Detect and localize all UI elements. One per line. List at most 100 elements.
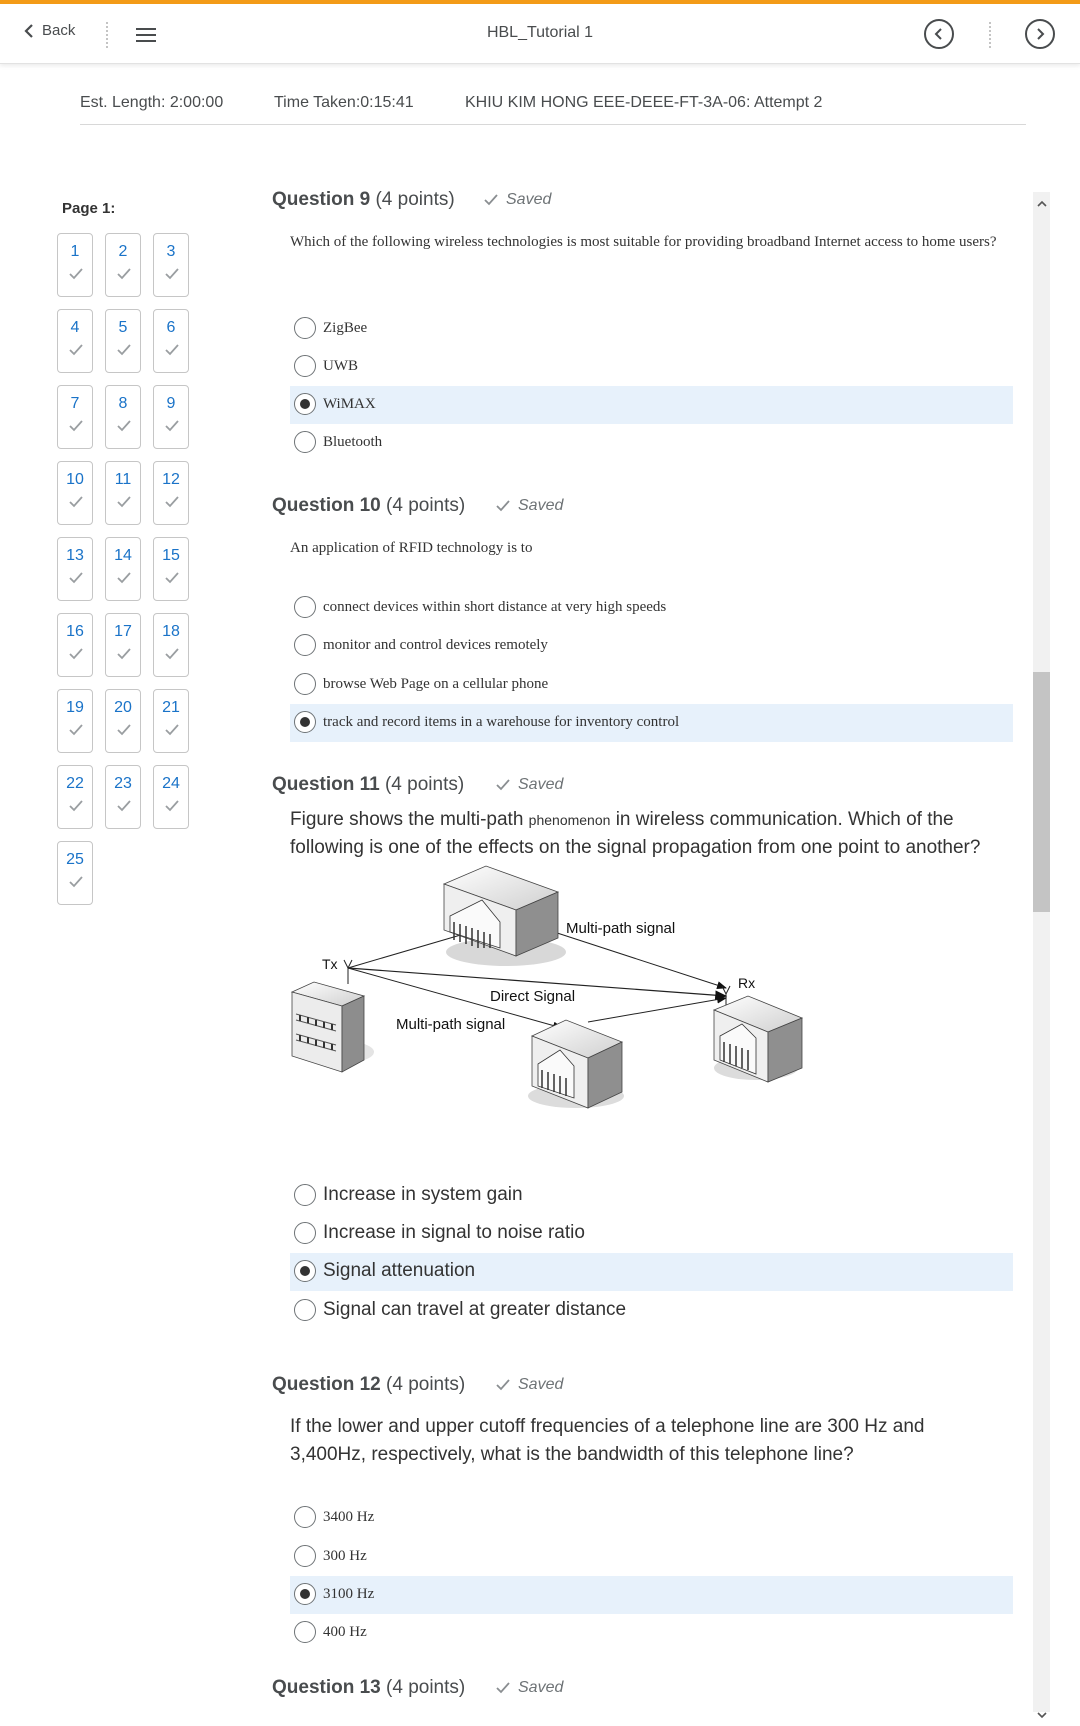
radio-button[interactable] xyxy=(294,1506,316,1528)
question-nav-item[interactable]: 1 xyxy=(57,233,93,297)
divider xyxy=(106,22,110,48)
check-icon xyxy=(165,800,179,812)
option-label: track and record items in a warehouse fo… xyxy=(323,714,680,730)
option-label: WiMAX xyxy=(323,396,376,412)
radio-button[interactable] xyxy=(294,1545,316,1567)
saved-status: Saved xyxy=(496,1376,563,1394)
radio-button[interactable] xyxy=(294,355,316,377)
check-icon xyxy=(165,724,179,736)
question-nav-number: 7 xyxy=(70,395,80,412)
back-button[interactable]: Back xyxy=(24,22,75,39)
answer-option[interactable]: 300 Hz xyxy=(290,1538,1013,1576)
question-points: (4 points) xyxy=(375,189,455,210)
radio-button[interactable] xyxy=(294,596,316,618)
question-points: (4 points) xyxy=(386,495,466,516)
check-icon xyxy=(117,344,131,356)
radio-button[interactable] xyxy=(294,1583,316,1605)
question-heading: Question 10 (4 points) xyxy=(272,495,465,517)
question-heading: Question 13 (4 points) xyxy=(272,1677,465,1699)
question-nav-item[interactable]: 5 xyxy=(105,309,141,373)
multipath-figure: Tx Rx Direct Signal Multi-path signal Mu… xyxy=(290,865,804,1109)
answer-option[interactable]: 3400 Hz xyxy=(290,1499,1013,1537)
divider xyxy=(989,22,993,48)
question-title: Question 13 xyxy=(272,1677,381,1698)
question-nav-number: 23 xyxy=(114,775,132,792)
check-icon xyxy=(117,800,131,812)
check-icon xyxy=(165,648,179,660)
question-nav-item[interactable]: 25 xyxy=(57,841,93,905)
previous-page-button[interactable] xyxy=(924,19,954,49)
radio-button[interactable] xyxy=(294,1299,316,1321)
question-nav-item[interactable]: 9 xyxy=(153,385,189,449)
radio-button[interactable] xyxy=(294,431,316,453)
answer-option[interactable]: Increase in signal to noise ratio xyxy=(290,1215,1013,1253)
question-text: Which of the following wireless technolo… xyxy=(290,234,997,250)
question-nav-item[interactable]: 18 xyxy=(153,613,189,677)
question-nav-number: 25 xyxy=(66,851,84,868)
attempt-label: KHIU KIM HONG EEE-DEEE-FT-3A-06: Attempt… xyxy=(465,94,823,111)
answer-option[interactable]: Increase in system gain xyxy=(290,1177,1013,1215)
question-nav-item[interactable]: 16 xyxy=(57,613,93,677)
answer-option[interactable]: connect devices within short distance at… xyxy=(290,589,1013,627)
question-nav-number: 20 xyxy=(114,699,132,716)
answer-option[interactable]: monitor and control devices remotely xyxy=(290,627,1013,665)
question-nav-item[interactable]: 13 xyxy=(57,537,93,601)
answer-option[interactable]: 400 Hz xyxy=(290,1614,1013,1652)
radio-button[interactable] xyxy=(294,1222,316,1244)
answer-option-selected[interactable]: Signal attenuation xyxy=(290,1253,1013,1291)
question-nav-item[interactable]: 8 xyxy=(105,385,141,449)
figure-label-tx: Tx xyxy=(322,956,338,972)
back-label: Back xyxy=(42,22,76,39)
scrollbar-thumb[interactable] xyxy=(1033,672,1050,912)
scroll-up-icon[interactable] xyxy=(1033,196,1050,210)
saved-label: Saved xyxy=(518,776,564,793)
answer-option[interactable]: UWB xyxy=(290,348,1013,386)
question-nav-item[interactable]: 4 xyxy=(57,309,93,373)
answer-option[interactable]: browse Web Page on a cellular phone xyxy=(290,666,1013,704)
question-nav-item[interactable]: 11 xyxy=(105,461,141,525)
scrollbar-track[interactable] xyxy=(1033,192,1050,1712)
menu-icon[interactable] xyxy=(136,28,156,46)
question-nav-item[interactable]: 21 xyxy=(153,689,189,753)
figure-label-rx: Rx xyxy=(738,975,755,991)
question-nav-item[interactable]: 23 xyxy=(105,765,141,829)
radio-button[interactable] xyxy=(294,1260,316,1282)
answer-option-selected[interactable]: track and record items in a warehouse fo… xyxy=(290,704,1013,742)
scroll-down-icon[interactable] xyxy=(1033,1708,1050,1722)
radio-button[interactable] xyxy=(294,673,316,695)
next-page-button[interactable] xyxy=(1025,19,1055,49)
option-label: UWB xyxy=(323,358,358,374)
radio-button[interactable] xyxy=(294,1621,316,1643)
radio-button[interactable] xyxy=(294,1184,316,1206)
question-nav-item[interactable]: 7 xyxy=(57,385,93,449)
radio-button[interactable] xyxy=(294,317,316,339)
answer-option[interactable]: ZigBee xyxy=(290,310,1013,348)
radio-button[interactable] xyxy=(294,634,316,656)
question-nav-item[interactable]: 14 xyxy=(105,537,141,601)
question-nav-item[interactable]: 15 xyxy=(153,537,189,601)
saved-label: Saved xyxy=(506,191,552,208)
question-nav-item[interactable]: 24 xyxy=(153,765,189,829)
answer-option[interactable]: Bluetooth xyxy=(290,424,1013,462)
question-nav-item[interactable]: 17 xyxy=(105,613,141,677)
question-nav-item[interactable]: 10 xyxy=(57,461,93,525)
option-label: Increase in signal to noise ratio xyxy=(323,1222,585,1243)
option-label: 300 Hz xyxy=(323,1548,367,1564)
radio-button[interactable] xyxy=(294,393,316,415)
answer-option-selected[interactable]: 3100 Hz xyxy=(290,1576,1013,1614)
question-title: Question 11 xyxy=(272,774,380,795)
answer-option-selected[interactable]: WiMAX xyxy=(290,386,1013,424)
question-nav-item[interactable]: 2 xyxy=(105,233,141,297)
question-nav-item[interactable]: 12 xyxy=(153,461,189,525)
radio-button[interactable] xyxy=(294,711,316,733)
question-nav-item[interactable]: 3 xyxy=(153,233,189,297)
saved-status: Saved xyxy=(484,191,551,209)
answer-option[interactable]: Signal can travel at greater distance xyxy=(290,1292,1013,1330)
option-label: browse Web Page on a cellular phone xyxy=(323,676,549,692)
question-nav-item[interactable]: 19 xyxy=(57,689,93,753)
question-nav-item[interactable]: 22 xyxy=(57,765,93,829)
question-text: An application of RFID technology is to xyxy=(290,540,533,556)
question-nav-item[interactable]: 20 xyxy=(105,689,141,753)
check-icon xyxy=(69,496,83,508)
question-nav-item[interactable]: 6 xyxy=(153,309,189,373)
